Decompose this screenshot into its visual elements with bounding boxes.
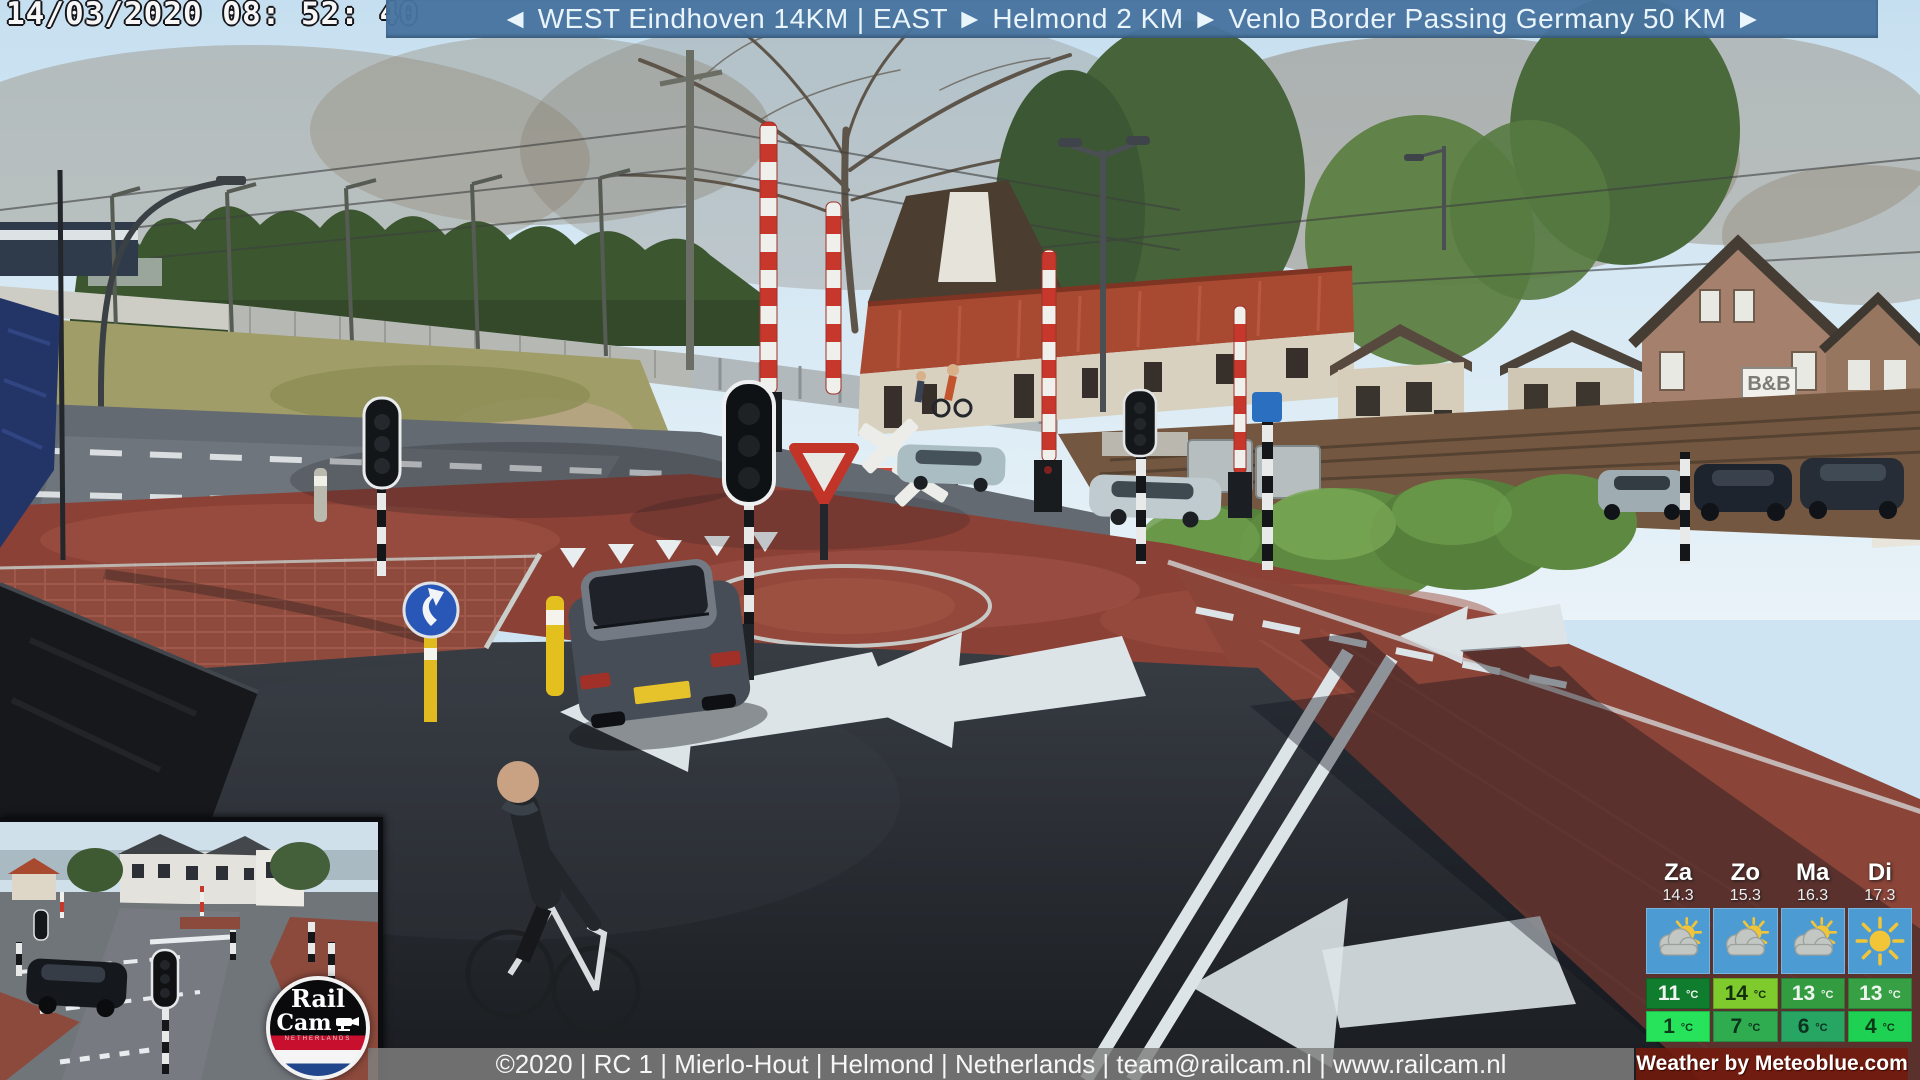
weather-widget: Za 14.3 11 °C 1 °C Zo 15.3 14 °C 7 °C Ma…: [1646, 860, 1912, 1044]
date-label: 17.3: [1864, 887, 1896, 904]
striped-pole: [1262, 418, 1273, 570]
yellow-bollard: [546, 596, 564, 696]
weather-credit-bar: Weather by Meteoblue.com: [1636, 1048, 1908, 1080]
high-temp: 13 °C: [1847, 978, 1912, 1009]
cctv-camera-icon: [334, 1016, 360, 1032]
weather-day-column: Za 14.3 11 °C 1 °C: [1646, 859, 1711, 1044]
low-temp: 1 °C: [1646, 1011, 1711, 1042]
day-label: Di: [1867, 859, 1892, 886]
logo-text-cam: Cam: [276, 1010, 332, 1036]
island-bollard: [314, 468, 327, 522]
low-temp: 7 °C: [1713, 1011, 1778, 1042]
sun-icon: [1847, 908, 1912, 974]
sun-behind-cloud-icon: [1713, 908, 1778, 974]
high-temp: 11 °C: [1646, 978, 1711, 1009]
low-temp: 6 °C: [1780, 1011, 1845, 1042]
timestamp: 14/03/2020 08: 52: 40: [6, 0, 419, 32]
railcam-logo: Rail Cam NETHERLANDS: [266, 976, 370, 1080]
bnb-sign-text: B&B: [1747, 373, 1790, 395]
day-label: Za: [1664, 859, 1693, 886]
day-label: Zo: [1730, 859, 1761, 886]
sun-behind-cloud-icon: [1646, 908, 1711, 974]
logo-text-rail: Rail: [290, 984, 346, 1013]
date-label: 16.3: [1797, 887, 1829, 904]
tall-mast: [686, 50, 694, 370]
railcam-webcam-frame: B&B 14/03/2020 08: 52: 40 ◄ WEST Eindhov…: [0, 0, 1920, 1080]
date-label: 15.3: [1729, 887, 1761, 904]
copyright-bar: ©2020 | RC 1 | Mierlo-Hout | Helmond | N…: [368, 1048, 1634, 1080]
direction-banner: ◄ WEST Eindhoven 14KM | EAST ► Helmond 2…: [386, 0, 1878, 38]
weather-day-column: Ma 16.3 13 °C 6 °C: [1780, 859, 1845, 1044]
day-label: Ma: [1795, 859, 1830, 886]
low-temp: 4 °C: [1847, 1011, 1912, 1042]
weather-day-column: Di 17.3 13 °C 4 °C: [1847, 859, 1912, 1044]
blue-sign: [1252, 392, 1282, 422]
sun-behind-cloud-icon: [1780, 908, 1845, 974]
logo-text-country: NETHERLANDS: [284, 1036, 352, 1042]
high-temp: 13 °C: [1780, 978, 1845, 1009]
striped-pole-far-right: [1680, 452, 1690, 564]
weather-day-column: Zo 15.3 14 °C 7 °C: [1713, 859, 1778, 1044]
date-label: 14.3: [1662, 887, 1694, 904]
high-temp: 14 °C: [1713, 978, 1778, 1009]
